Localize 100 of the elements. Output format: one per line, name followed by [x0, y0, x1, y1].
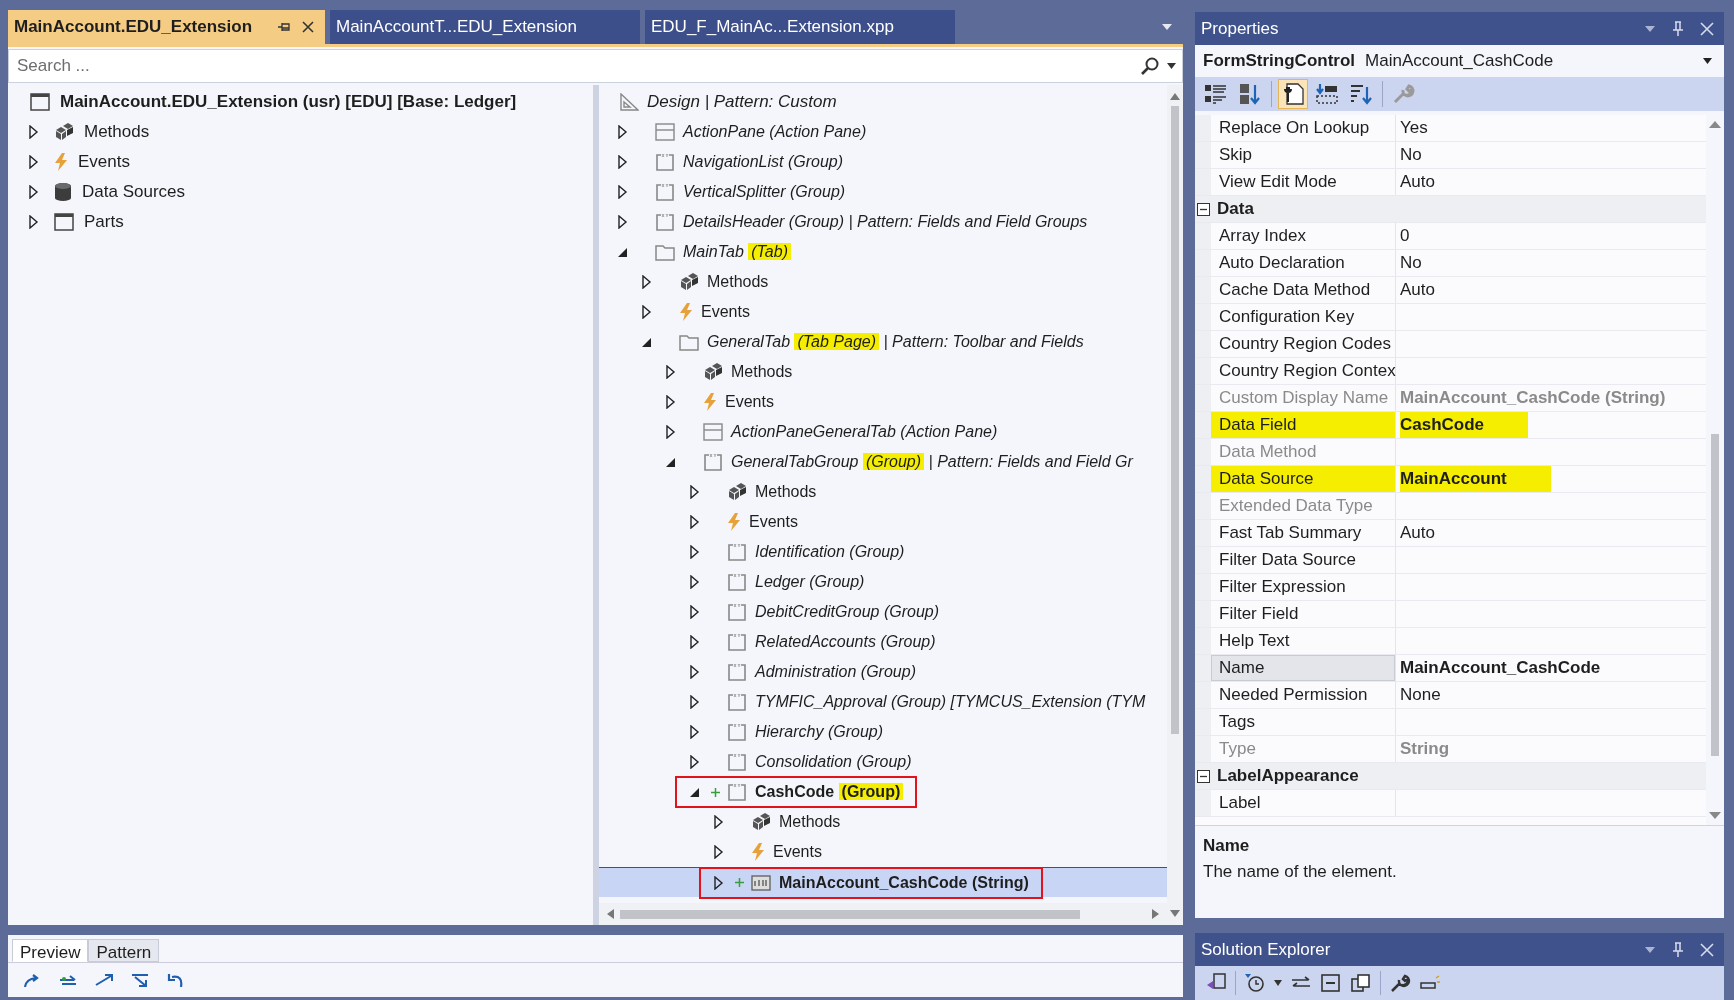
property-value[interactable]: Yes	[1400, 115, 1432, 141]
tree-item[interactable]: ActionPane (Action Pane)	[683, 123, 867, 141]
tree-row[interactable]: GeneralTabGroup (Group) | Pattern: Fields and Field Gr	[599, 447, 1167, 477]
tree-row[interactable]: Methods	[599, 477, 1167, 507]
tree-item[interactable]: Data Sources	[82, 182, 185, 202]
property-name[interactable]: Data Source	[1211, 466, 1396, 492]
property-name[interactable]: Help Text	[1211, 628, 1396, 654]
expand-arrow-icon[interactable]	[689, 755, 701, 769]
scroll-down-icon[interactable]	[1709, 812, 1721, 819]
expand-arrow-icon[interactable]	[689, 695, 701, 709]
tree-item[interactable]: VerticalSplitter (Group)	[683, 183, 846, 201]
panel-tab[interactable]: Pattern	[88, 939, 160, 962]
tree-row[interactable]: MainTab (Tab)	[599, 237, 1167, 267]
tree-row[interactable]: DetailsHeader (Group) | Pattern: Fields and Field Groups	[599, 207, 1167, 237]
tree-item[interactable]: MainAccount_CashCode (String)	[779, 873, 1029, 892]
vertical-scrollbar[interactable]	[1706, 115, 1724, 825]
expand-arrow-icon[interactable]	[28, 185, 40, 199]
expand-arrow-icon[interactable]	[713, 815, 725, 829]
property-value[interactable]: CashCode	[1400, 412, 1529, 438]
vertical-scrollbar[interactable]	[1167, 85, 1183, 925]
tree-row[interactable]: MainAccount_CashCode (String)	[599, 867, 1167, 897]
scroll-up-icon[interactable]	[1170, 93, 1180, 100]
tree-item[interactable]: Administration (Group)	[755, 663, 916, 681]
tree-item[interactable]: CashCode (Group)	[755, 783, 904, 801]
property-name[interactable]: Configuration Key	[1211, 304, 1396, 330]
expand-arrow-icon[interactable]	[665, 365, 677, 379]
expand-arrow-icon[interactable]	[689, 515, 701, 529]
tree-row[interactable]: Hierarchy (Group)	[599, 717, 1167, 747]
tree-item[interactable]: GeneralTab (Tab Page) | Pattern: Toolbar and Fields	[707, 333, 1084, 351]
expand-arrow-icon[interactable]	[689, 665, 701, 679]
expand-arrow-icon[interactable]	[617, 185, 629, 199]
tree-item[interactable]: RelatedAccounts (Group)	[755, 633, 936, 651]
property-name[interactable]: Array Index	[1211, 223, 1396, 249]
tree-row[interactable]: Administration (Group)	[599, 657, 1167, 687]
property-name[interactable]: Label	[1211, 790, 1396, 816]
property-value[interactable]: Auto	[1400, 520, 1439, 546]
scroll-down-icon[interactable]	[1170, 910, 1180, 917]
tree-item[interactable]: Parts	[84, 212, 124, 232]
expand-arrow-icon[interactable]	[689, 635, 701, 649]
property-name[interactable]: Fast Tab Summary	[1211, 520, 1396, 546]
copy-icon[interactable]	[1350, 973, 1372, 993]
clock-icon[interactable]	[1244, 973, 1266, 993]
property-name[interactable]: View Edit Mode	[1211, 169, 1396, 195]
tree-row[interactable]: RelatedAccounts (Group)	[599, 627, 1167, 657]
property-value[interactable]: None	[1400, 682, 1445, 708]
property-value[interactable]: MainAccount	[1400, 466, 1551, 492]
tree-item[interactable]: Methods	[779, 813, 841, 831]
tree-row[interactable]: NavigationList (Group)	[599, 147, 1167, 177]
property-name[interactable]: Replace On Lookup	[1211, 115, 1396, 141]
caret-icon[interactable]	[1274, 980, 1282, 986]
expand-arrow-icon[interactable]	[689, 485, 701, 499]
tree-row[interactable]: Methods	[599, 807, 1167, 837]
tree-item[interactable]: ActionPaneGeneralTab (Action Pane)	[731, 423, 998, 441]
search-icon[interactable]	[1141, 57, 1159, 75]
tree-item[interactable]: Design | Pattern: Custom	[647, 92, 837, 112]
tree-root-label[interactable]: MainAccount.EDU_Extension (usr) [EDU] [Base: Ledger]	[60, 92, 517, 112]
swap-arrows-icon[interactable]	[58, 973, 78, 987]
scroll-up-icon[interactable]	[1709, 121, 1721, 128]
tree-row[interactable]: ActionPaneGeneralTab (Action Pane)	[599, 417, 1167, 447]
property-value[interactable]: 0	[1400, 223, 1414, 249]
tree-row[interactable]: Events	[599, 387, 1167, 417]
tree-row[interactable]: Consolidation (Group)	[599, 747, 1167, 777]
tree-item[interactable]: NavigationList (Group)	[683, 153, 844, 171]
property-page-icon[interactable]	[1278, 79, 1308, 109]
expand-arrow-icon[interactable]	[689, 545, 701, 559]
expand-arrow-icon[interactable]	[689, 575, 701, 589]
property-value[interactable]: No	[1400, 250, 1426, 276]
property-name[interactable]: Tags	[1211, 709, 1396, 735]
expand-arrow-icon[interactable]	[617, 215, 629, 229]
document-tab[interactable]: MainAccount.EDU_Extension	[8, 10, 325, 44]
scrollbar-thumb[interactable]	[1711, 434, 1719, 756]
tree-row[interactable]: CashCode (Group)	[599, 777, 1167, 807]
property-value[interactable]: Auto	[1400, 277, 1439, 303]
property-name[interactable]: Needed Permission	[1211, 682, 1396, 708]
expand-arrow-icon[interactable]	[713, 875, 725, 890]
expand-arrow-icon[interactable]	[28, 215, 40, 229]
tree-row[interactable]: VerticalSplitter (Group)	[599, 177, 1167, 207]
property-name[interactable]: Skip	[1211, 142, 1396, 168]
tree-row[interactable]: Methods	[599, 357, 1167, 387]
tree-item[interactable]: MainTab (Tab)	[683, 243, 791, 261]
scrollbar-thumb[interactable]	[1171, 106, 1179, 734]
close-icon[interactable]	[301, 20, 315, 34]
caret-icon[interactable]	[1703, 58, 1712, 64]
expand-arrow-icon[interactable]	[617, 125, 629, 139]
scroll-left-icon[interactable]	[607, 909, 614, 919]
pin-icon[interactable]	[1672, 941, 1684, 958]
tree-item[interactable]: Methods	[707, 273, 769, 291]
tree-item[interactable]: TYMFIC_Approval (Group) [TYMCUS_Extension (TYM	[755, 693, 1146, 711]
tree-item[interactable]: Methods	[755, 483, 817, 501]
tree-item[interactable]: DebitCreditGroup (Group)	[755, 603, 940, 621]
tree-row[interactable]: Ledger (Group)	[599, 567, 1167, 597]
tree-row[interactable]: GeneralTab (Tab Page) | Pattern: Toolbar and Fields	[599, 327, 1167, 357]
tree-item[interactable]: DetailsHeader (Group) | Pattern: Fields and Field Groups	[683, 213, 1088, 231]
tree-item[interactable]: Consolidation (Group)	[755, 753, 912, 771]
tree-item[interactable]: Events	[725, 393, 774, 411]
search-field[interactable]: Search ...	[8, 49, 1183, 83]
tree-item[interactable]: Ledger (Group)	[755, 573, 865, 591]
pin-icon[interactable]	[277, 20, 291, 34]
expand-arrow-icon[interactable]	[641, 305, 653, 319]
expand-arrow-icon[interactable]	[641, 275, 653, 289]
